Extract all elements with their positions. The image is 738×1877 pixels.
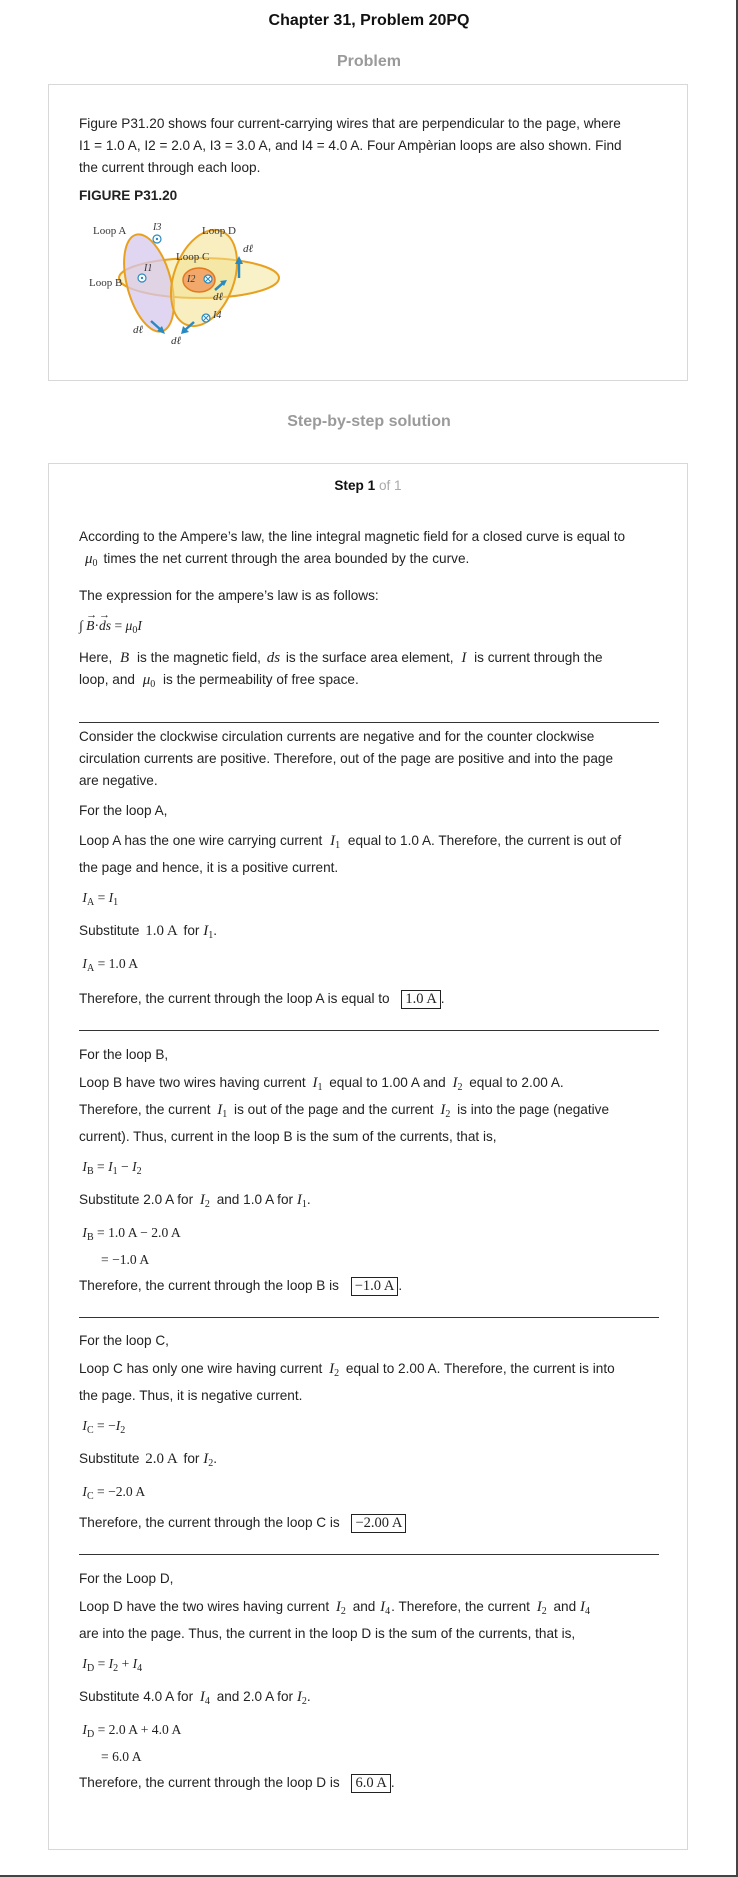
problem-text-line: the current through each loop. [79,160,261,175]
loop-c-section: For the loop C, Loop C has only one wire… [79,1330,659,1555]
loop-b-answer: −1.0 A [350,1277,399,1296]
intro-section: According to the Ampere’s law, the line … [79,526,659,723]
divider [79,1554,659,1555]
problem-card: Figure P31.20 shows four current-carryin… [48,84,688,381]
loop-c-label: Loop C [176,251,209,263]
step-header: Step 1 of 1 [49,478,687,493]
loop-b-equation-result: = −1.0 A [101,1252,150,1267]
loop-a-answer: 1.0 A [401,990,441,1009]
loop-c-heading: For the loop C, [79,1333,169,1348]
loop-a-conclusion: Therefore, the current through the loop … [79,990,445,1009]
loop-d-heading: For the Loop D, [79,1571,174,1586]
loop-d-label: Loop D [202,225,236,237]
loop-b-substitute: Substitute 2.0 A for I2 and 1.0 A for I1… [79,1192,311,1210]
intro-text: Here, B is the magnetic field, ds is the… [79,650,603,666]
loop-b-section: For the loop B, Loop B have two wires ha… [79,1044,659,1318]
loop-a-text: the page and hence, it is a positive cur… [79,860,339,875]
loop-a-result-equation: IA = 1.0 A [82,956,139,974]
loop-d-conclusion: Therefore, the current through the loop … [79,1774,395,1793]
step-label: Step 1 [334,478,376,493]
loop-b-text: Therefore, the current I1 is out of the … [79,1102,610,1120]
loop-c-text: Loop C has only one wire having current … [79,1361,615,1379]
loop-a-heading: For the loop A, [79,803,168,818]
dl-label: dℓ [213,291,224,303]
dl-label: dℓ [171,335,182,347]
loop-d-equation-result: = 6.0 A [101,1749,142,1764]
loop-d-equation: ID = I2 + I4 [82,1656,143,1674]
divider [79,1317,659,1318]
loop-a-text: Loop A has the one wire carrying current… [79,833,622,851]
intro-text: The expression for the ampere’s law is a… [79,588,379,603]
loop-d-text: are into the page. Thus, the current in … [79,1626,576,1641]
dl-label: dℓ [133,324,144,336]
chapter-title: Chapter 31, Problem 20PQ [268,12,470,29]
figure-p31-20: Loop A Loop B Loop C Loop D I3 I1 I2 I4 … [89,222,280,347]
i3-label: I3 [152,222,161,233]
figure-label: FIGURE P31.20 [79,188,178,203]
loop-c-text: the page. Thus, it is negative current. [79,1388,303,1403]
i4-label: I4 [212,310,221,321]
loop-c-equation: IC = −I2 [82,1418,126,1436]
solution-card: Step 1 of 1 According to the Ampere’s la… [48,463,688,1850]
loop-d-text: Loop D have the two wires having current… [79,1599,590,1617]
loop-b-text: current). Thus, current in the loop B is… [79,1129,497,1144]
amperes-law-equation: ∫ B·ds = μ0I [79,604,659,641]
loop-a-section: Consider the clockwise circulation curre… [79,726,659,1031]
solution-label: Step-by-step solution [287,413,451,430]
loop-d-section: For the Loop D, Loop D have the two wire… [79,1568,659,1794]
loop-b-equation: IB = I1 − I2 [82,1159,142,1177]
problem-text-line: I1 = 1.0 A, I2 = 2.0 A, I3 = 3.0 A, and … [79,138,622,153]
i1-label: I1 [143,263,152,274]
loop-b-text: Loop B have two wires having current I1 … [79,1075,564,1093]
loop-b-label: Loop B [89,277,122,289]
loop-d-equation-step: ID = 2.0 A + 4.0 A [82,1722,182,1740]
loop-b-equation-step: IB = 1.0 A − 2.0 A [82,1225,181,1243]
sign-convention-text: Consider the clockwise circulation curre… [79,729,595,744]
loop-a-substitute: Substitute 1.0 A for I1. [79,923,217,941]
loop-a-label: Loop A [93,225,126,237]
intro-text: loop, and μ0 is the permeability of free… [79,672,359,690]
loop-c-conclusion: Therefore, the current through the loop … [79,1512,659,1534]
loop-d-answer: 6.0 A [351,1774,391,1793]
i2-label: I2 [186,274,195,285]
intro-text: According to the Ampere’s law, the line … [79,529,626,544]
divider [79,722,659,723]
problem-text-line: Figure P31.20 shows four current-carryin… [79,116,621,131]
sign-convention-text: are negative. [79,773,158,788]
loop-d-substitute: Substitute 4.0 A for I4 and 2.0 A for I2… [79,1689,311,1707]
loop-b-conclusion: Therefore, the current through the loop … [79,1277,403,1296]
divider [79,1030,659,1031]
sign-convention-text: circulation currents are positive. There… [79,751,614,766]
loop-a-equation: IA = I1 [82,890,119,908]
step-of: of 1 [378,478,402,493]
loop-c-substitute: Substitute 2.0 A for I2. [79,1451,217,1469]
problem-label: Problem [336,53,401,70]
dl-label: dℓ [243,243,254,255]
intro-text: μ0 times the net current through the area… [85,551,470,569]
loop-c-result-equation: IC = −2.0 A [82,1484,146,1502]
loop-b-heading: For the loop B, [79,1047,169,1062]
loop-c-answer: −2.00 A [351,1514,407,1533]
